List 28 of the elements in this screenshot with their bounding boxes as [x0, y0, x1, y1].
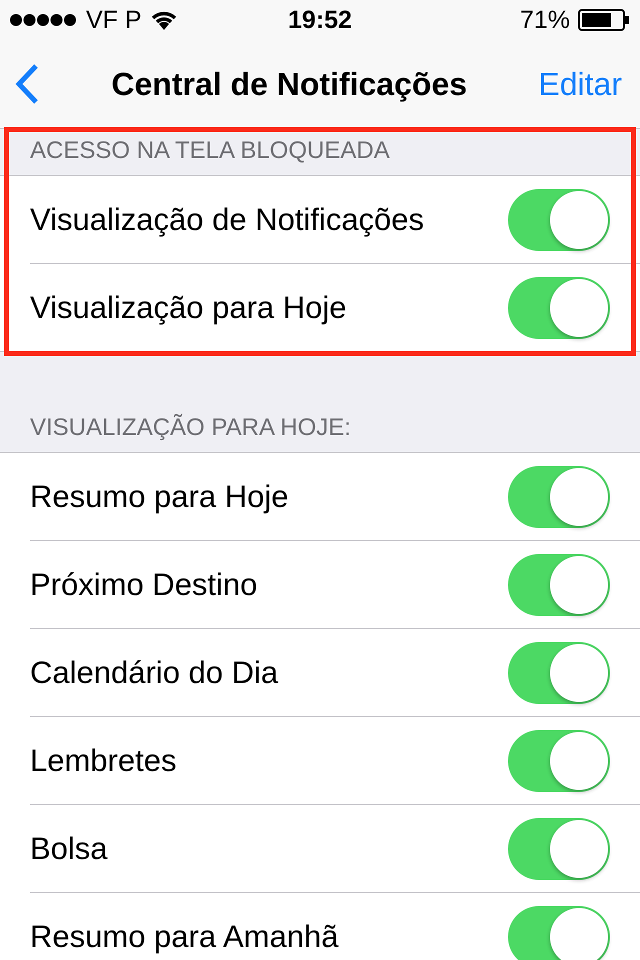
status-time: 19:52: [287, 6, 353, 34]
page-title: Central de Notificações: [111, 66, 468, 102]
toggle-switch[interactable]: [508, 818, 610, 880]
setting-label: Resumo para Amanhã: [30, 918, 338, 954]
carrier-name: VF P: [86, 6, 142, 34]
toggle-switch[interactable]: [508, 466, 610, 528]
setting-label: Calendário do Dia: [30, 654, 278, 690]
setting-label: Lembretes: [30, 742, 176, 778]
battery-percent: 71%: [520, 6, 570, 34]
toggle-switch[interactable]: [508, 554, 610, 616]
signal-icon: [10, 13, 78, 27]
toggle-switch[interactable]: [508, 188, 610, 250]
setting-label: Visualização para Hoje: [30, 290, 347, 326]
section-header: VISUALIZAÇÃO PARA HOJE:: [30, 414, 351, 441]
back-button[interactable]: [14, 63, 40, 105]
setting-label: Visualização de Notificações: [30, 202, 424, 238]
battery-icon: [578, 9, 630, 31]
wifi-icon: [150, 9, 178, 31]
toggle-switch[interactable]: [508, 642, 610, 704]
toggle-switch[interactable]: [508, 730, 610, 792]
setting-label: Bolsa: [30, 830, 108, 866]
back-chevron-icon: [14, 63, 40, 105]
section-header: ACESSO NA TELA BLOQUEADA: [30, 137, 390, 164]
setting-label: Resumo para Hoje: [30, 478, 288, 514]
edit-button[interactable]: Editar: [538, 66, 622, 102]
toggle-switch[interactable]: [508, 906, 610, 960]
toggle-switch[interactable]: [508, 276, 610, 338]
setting-label: Próximo Destino: [30, 566, 258, 602]
